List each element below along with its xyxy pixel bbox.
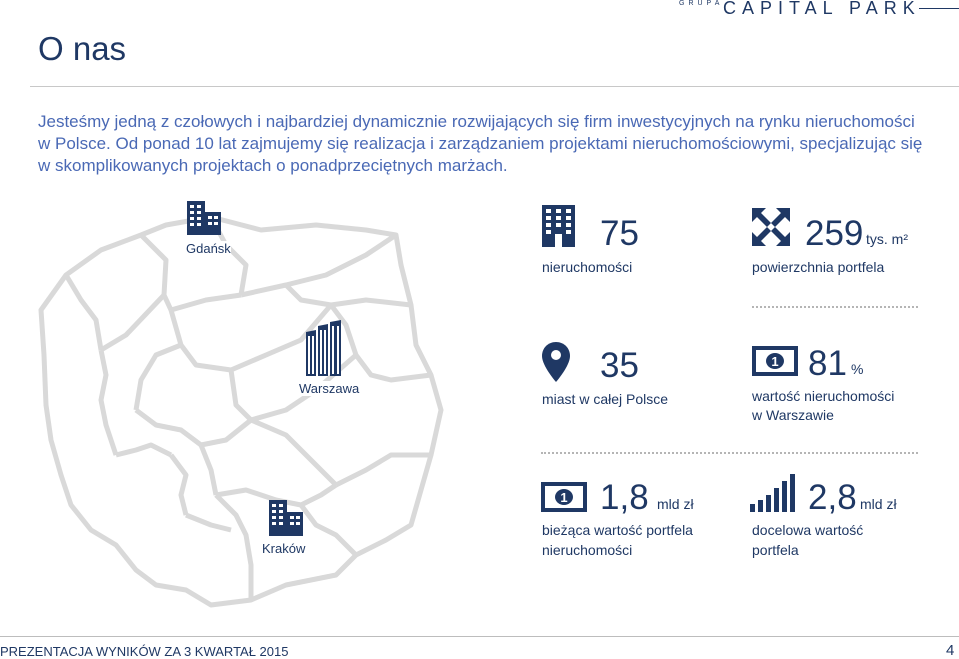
stat-warsaw-share-desc-1: wartość nieruchomości: [752, 388, 895, 404]
stat-target-value-value: 2,8: [808, 478, 857, 517]
page-title: O nas: [38, 30, 127, 67]
city-label-warszawa: Warszawa: [299, 381, 360, 396]
footer-text: PREZENTACJA WYNIKÓW ZA 3 KWARTAŁ 2015: [0, 644, 289, 659]
stat-current-value-desc-1: bieżąca wartość portfela: [542, 522, 693, 538]
stat-target-value-desc-1: docelowa wartość: [752, 522, 864, 538]
building-icon: [269, 500, 303, 536]
building-icon: [542, 205, 575, 247]
expand-arrows-icon: [752, 208, 790, 246]
stat-warsaw-share-value: 81: [808, 344, 847, 383]
stat-current-value-unit: mld zł: [657, 496, 694, 512]
page-number: 4: [946, 642, 955, 659]
banknote-icon: 1: [752, 346, 798, 376]
brand-logo: CAPITAL PARK: [723, 0, 921, 18]
stat-area-unit: tys. m²: [866, 231, 908, 247]
stat-current-value-desc-2: nieruchomości: [542, 542, 633, 558]
building-icon: [187, 201, 221, 235]
footer-divider: [0, 636, 959, 637]
stat-warsaw-share-unit: %: [851, 361, 864, 377]
divider: [752, 306, 918, 308]
banknote-icon: 1: [541, 482, 587, 512]
stat-target-value-unit: mld zł: [860, 496, 897, 512]
stat-target-value-desc-2: portfela: [752, 542, 799, 558]
stat-warsaw-share-desc-2: w Warszawie: [752, 407, 834, 423]
stat-properties-value: 75: [600, 214, 639, 253]
stat-properties-desc: nieruchomości: [542, 259, 633, 275]
poland-map: [38, 214, 444, 608]
divider: [541, 452, 918, 454]
intro-paragraph: Jesteśmy jedną z czołowych i najbardziej…: [38, 112, 923, 175]
svg-text:1: 1: [771, 354, 778, 369]
title-divider: [30, 86, 959, 87]
stat-area-value: 259: [805, 214, 864, 253]
brand-small-text: GRUPA: [679, 0, 724, 7]
stat-cities-desc: miast w całej Polsce: [542, 391, 669, 407]
bar-chart-icon: [750, 474, 795, 512]
city-label-krakow: Kraków: [262, 541, 306, 556]
svg-text:1: 1: [560, 490, 567, 505]
stat-current-value-value: 1,8: [600, 478, 649, 517]
stat-area-desc: powierzchnia portfela: [752, 259, 885, 275]
stat-cities-value: 35: [600, 346, 639, 385]
map-pin-icon: [542, 342, 570, 382]
city-label-gdansk: Gdańsk: [186, 241, 231, 256]
skyscraper-icon: [306, 320, 341, 376]
brand-line: [919, 8, 959, 9]
